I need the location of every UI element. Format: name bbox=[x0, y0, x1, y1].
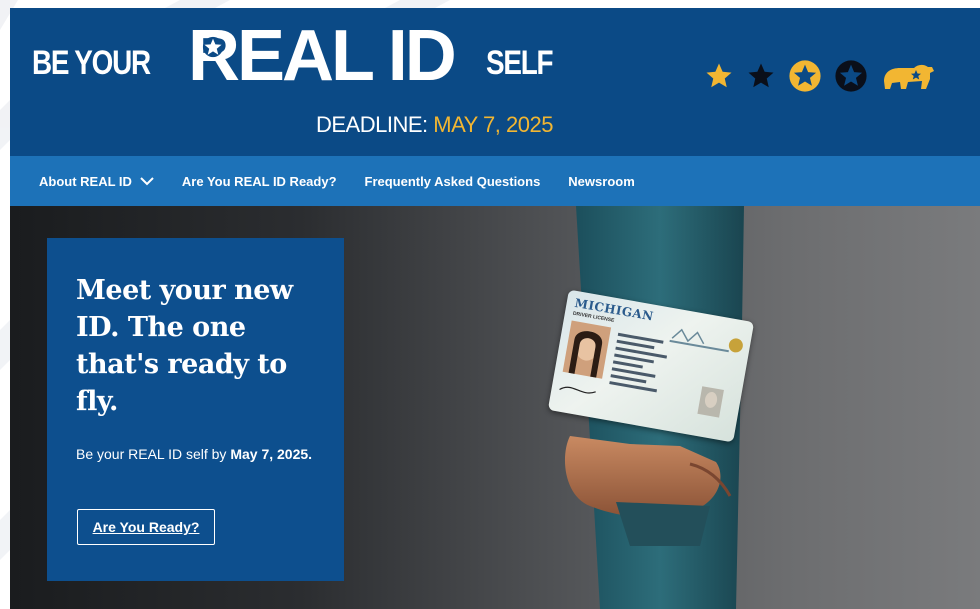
are-you-ready-button[interactable]: Are You Ready? bbox=[77, 509, 215, 545]
bear-icon bbox=[884, 64, 934, 89]
page-frame: BE YOUR REAL ID SELF DEADLINE: MAY 7, 20… bbox=[10, 8, 980, 609]
hero-callout-card: Meet your new ID. The one that's ready t… bbox=[47, 238, 344, 581]
nav-item-about-real-id[interactable]: About REAL ID bbox=[39, 174, 154, 189]
main-nav: About REAL ID Are You REAL ID Ready? Fre… bbox=[10, 156, 980, 206]
header-icon-row bbox=[704, 56, 936, 96]
nav-item-label: Newsroom bbox=[568, 173, 635, 189]
chevron-down-icon[interactable] bbox=[140, 176, 154, 186]
deadline-label: DEADLINE: bbox=[316, 112, 428, 137]
hero-section: MICHIGAN DRIVER LICENSE Meet your new ID… bbox=[10, 206, 980, 609]
nav-item-newsroom[interactable]: Newsroom bbox=[568, 174, 634, 189]
nav-item-faq[interactable]: Frequently Asked Questions bbox=[365, 174, 541, 189]
brand-prefix: BE YOUR bbox=[32, 44, 151, 82]
nav-item-label: Frequently Asked Questions bbox=[364, 173, 541, 189]
star-gold-circle-icon bbox=[789, 60, 821, 92]
logo-star-icon bbox=[202, 36, 224, 58]
deadline-date: MAY 7, 2025 bbox=[433, 112, 553, 137]
brand-suffix: SELF bbox=[486, 44, 554, 82]
star-black-icon bbox=[748, 63, 774, 88]
site-header: BE YOUR REAL ID SELF DEADLINE: MAY 7, 20… bbox=[10, 8, 980, 156]
hero-subtitle: Be your REAL ID self by May 7, 2025. bbox=[76, 442, 316, 467]
nav-item-are-you-ready[interactable]: Are You REAL ID Ready? bbox=[182, 174, 337, 189]
deadline-banner: DEADLINE: MAY 7, 2025 bbox=[316, 112, 553, 138]
star-gold-icon bbox=[706, 63, 732, 88]
hero-subtitle-text: Be your REAL ID self by bbox=[76, 446, 231, 462]
nav-item-label: Are You REAL ID Ready? bbox=[181, 173, 337, 189]
hero-title: Meet your new ID. The one that's ready t… bbox=[76, 275, 293, 417]
brand-main-logo[interactable]: REAL ID bbox=[188, 20, 457, 92]
nav-item-label: About REAL ID bbox=[39, 173, 132, 189]
hero-subtitle-date: May 7, 2025. bbox=[230, 446, 313, 462]
star-black-circle-icon bbox=[835, 60, 867, 92]
